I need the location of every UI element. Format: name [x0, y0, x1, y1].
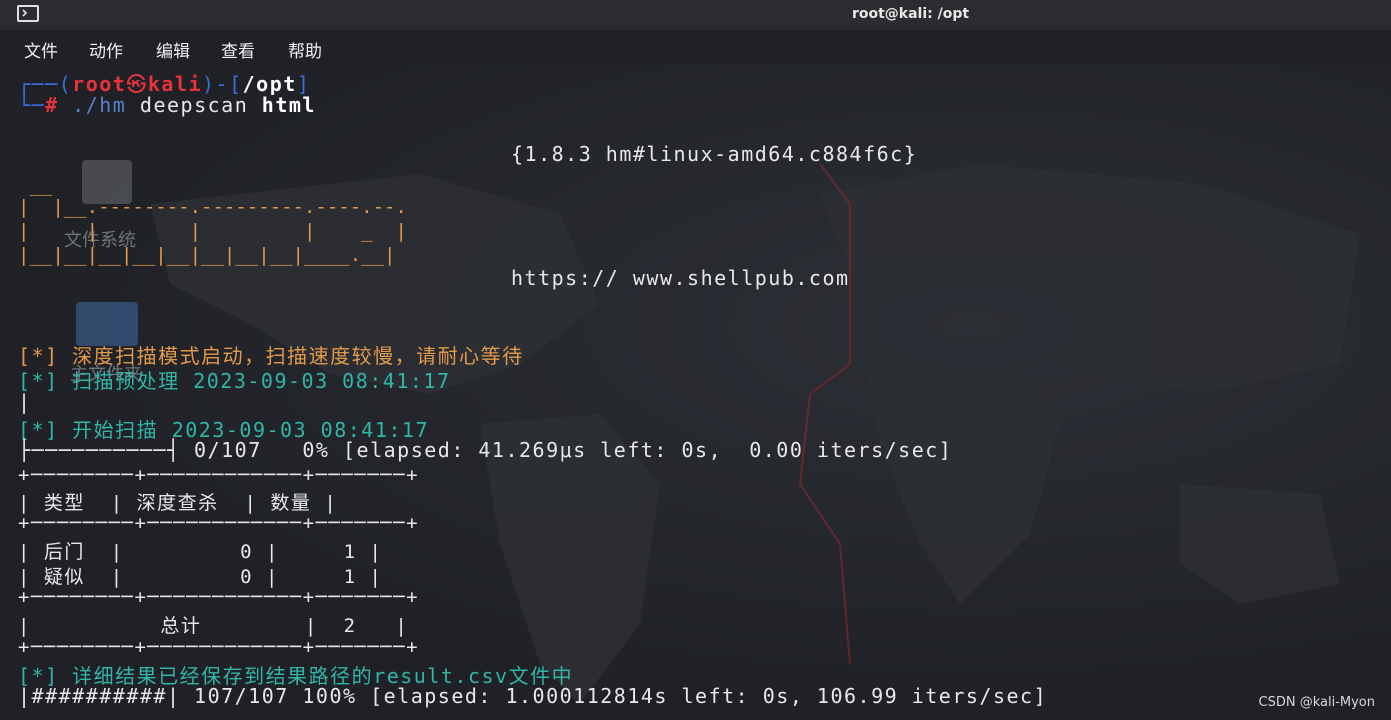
menu-bar: 文件 动作 编辑 查看 帮助: [0, 30, 1391, 64]
banner-line-1: __: [18, 174, 53, 196]
menu-help[interactable]: 帮助: [288, 37, 322, 62]
msg-preprocess: [*] 扫描预处理 2023-09-03 08:41:17: [18, 369, 451, 393]
command-arg-deepscan: deepscan: [126, 93, 249, 117]
command-exec: ./hm: [58, 93, 127, 117]
menu-action[interactable]: 动作: [89, 37, 123, 62]
progress-bar-complete: |##########| 107/107 100% [elapsed: 1.00…: [18, 684, 1048, 708]
banner-line-2: | |__.--------.---------.----.--.: [18, 196, 407, 218]
table-border-bottom: +────────+────────────+───────+: [18, 636, 420, 658]
table-border-mid: +────────+────────────+───────+: [18, 586, 420, 608]
pipe-line: |: [18, 390, 32, 414]
title-bar: root@kali: /opt: [0, 0, 1391, 30]
prompt-corner: └─: [18, 93, 46, 117]
table-header-row: | 类型 | 深度查杀 | 数量 |: [18, 492, 338, 514]
menu-view[interactable]: 查看: [221, 37, 255, 62]
banner-line-4: |__|__|__|__|__|__|__|__|____.__|: [18, 244, 396, 266]
banner-line-3: | | | | _ |: [18, 220, 407, 242]
prompt-line-2: └─# ./hm deepscan html: [18, 93, 316, 117]
csdn-watermark: CSDN @kali-Myon: [1258, 695, 1375, 710]
window-title: root@kali: /opt: [851, 6, 970, 22]
menu-edit[interactable]: 编辑: [156, 37, 190, 62]
shellpub-url: https:// www.shellpub.com: [511, 266, 850, 290]
menu-file[interactable]: 文件: [24, 37, 58, 62]
table-row-total: | 总计 | 2 |: [18, 615, 409, 637]
terminal-area[interactable]: 文件系统 主文件夹 ┌──(root㉿kali)-[/opt] └─# ./hm…: [0, 64, 1391, 720]
table-border-header: +────────+────────────+───────+: [18, 512, 420, 534]
command-arg-html: html: [248, 93, 316, 117]
progress-bar-initial: ├──────────┤ 0/107 0% [elapsed: 41.269μs…: [18, 438, 953, 462]
table-row-backdoor: | 后门 | 0 | 1 |: [18, 541, 383, 563]
table-row-suspicious: | 疑似 | 0 | 1 |: [18, 566, 383, 588]
table-border-top: +────────+────────────+───────+: [18, 464, 420, 486]
version-string: {1.8.3 hm#linux-amd64.c884f6c}: [511, 142, 918, 166]
prompt-hash: #: [45, 93, 59, 117]
